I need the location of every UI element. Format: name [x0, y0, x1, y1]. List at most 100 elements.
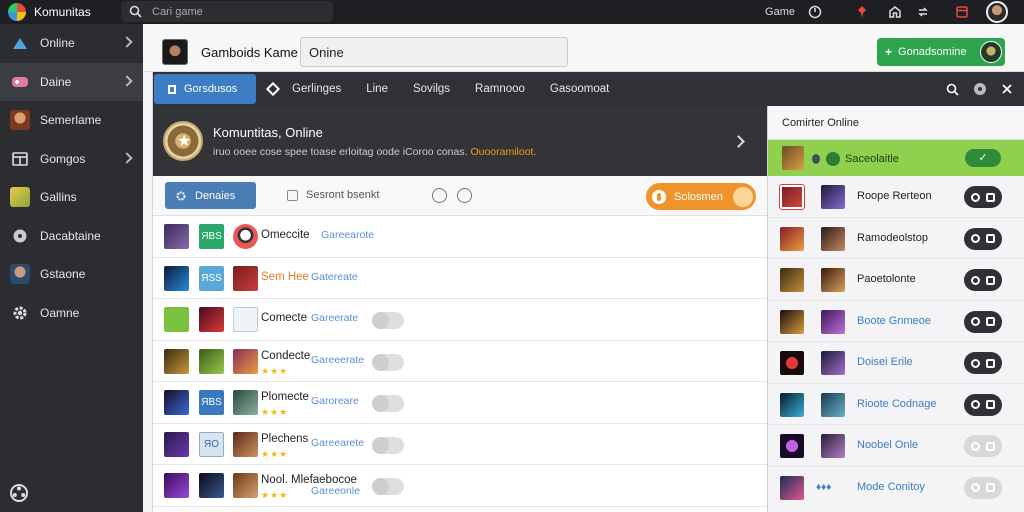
friend-row[interactable]: Paoetolonte — [768, 259, 1024, 301]
game-tag[interactable]: Gareeonle — [311, 485, 360, 497]
friend-row[interactable]: Rioote Codnage — [768, 384, 1024, 425]
app-title: Komunitas — [34, 5, 91, 19]
friend-name: Roope Rerteon — [857, 190, 932, 202]
game-tag[interactable]: Garoreare — [311, 395, 359, 407]
game-thumb — [164, 265, 189, 291]
game-thumb — [164, 307, 189, 332]
tab-3[interactable]: Sovilgs — [413, 83, 450, 95]
friend-action-toggle[interactable] — [964, 476, 1002, 499]
diamond-icon[interactable] — [265, 81, 281, 97]
gamepad-icon — [9, 71, 31, 93]
brand[interactable]: Komunitas — [0, 0, 120, 24]
toggle-switch[interactable] — [372, 478, 404, 495]
sidebar-item-semerlame[interactable]: Semerlame — [0, 101, 143, 140]
sync-icon[interactable] — [912, 1, 934, 23]
arrow-icon — [9, 32, 31, 54]
games-list: ЯВS Omeccite Gareearote ЯSS Sem Hee Gate… — [153, 216, 767, 507]
game-tag[interactable]: Gatereate — [311, 271, 358, 283]
tab-1[interactable]: Gerlinges — [292, 83, 341, 95]
game-tag[interactable]: Gareeerate — [311, 354, 364, 366]
search-input[interactable] — [152, 5, 322, 18]
toggle-switch[interactable] — [372, 395, 404, 412]
table-row[interactable]: Nool. Mlefaebocoe ★★★ Gareeonle — [153, 465, 767, 507]
friend-action-toggle[interactable] — [964, 435, 1002, 457]
featured-banner[interactable]: Komuntitas, Online iruo ooee cose spee t… — [153, 106, 767, 176]
friend-row[interactable]: Ramodeolstop — [768, 218, 1024, 259]
filter-checkbox[interactable]: Sesront bsenkt — [287, 189, 379, 201]
power-icon[interactable] — [804, 1, 826, 23]
tab-4[interactable]: Ramnooo — [475, 83, 525, 95]
gear-icon — [176, 191, 186, 200]
tab-5[interactable]: Gasoomoat — [550, 83, 609, 95]
table-row[interactable]: ЯO Plechens ★★★ Gareearete — [153, 424, 767, 465]
user-avatar[interactable] — [986, 1, 1008, 23]
toggle-switch[interactable] — [372, 353, 404, 371]
solo-button-label: Solosmen — [674, 190, 723, 203]
friend-row[interactable]: Boote Gnmeoe — [768, 301, 1024, 342]
tab-active[interactable]: Gorsdusos — [154, 74, 256, 104]
window-icon[interactable] — [951, 1, 973, 23]
close-icon[interactable] — [1001, 83, 1013, 95]
friend-action-toggle[interactable] — [964, 310, 1002, 333]
sidebar-item-daine[interactable]: Daine — [0, 62, 143, 101]
friend-action-toggle[interactable] — [964, 352, 1002, 374]
search-box[interactable] — [121, 1, 333, 22]
solo-button[interactable]: Solosmen — [646, 183, 756, 210]
home-icon[interactable] — [884, 1, 906, 23]
gear-icon — [9, 302, 31, 324]
chevron-right-icon — [121, 36, 133, 48]
sidebar-item-online[interactable]: Online — [0, 24, 143, 63]
table-row[interactable]: ЯSS Sem Hee Gatereate — [153, 258, 767, 299]
active-friend-row[interactable]: Saceolaitle ✓ — [768, 140, 1024, 176]
game-name: Sem Hee — [261, 270, 309, 283]
sidebar-item-gstaone[interactable]: Gstaone — [0, 255, 143, 294]
chevron-right-icon[interactable] — [732, 135, 745, 148]
settings-dot-icon[interactable] — [973, 82, 987, 96]
sidebar-item-label: Daine — [40, 74, 72, 89]
sidebar-item-oamne[interactable]: Oamne — [0, 294, 143, 333]
emoji-icon[interactable] — [457, 188, 472, 203]
sidebar-item-gomgos[interactable]: Gomgos — [0, 140, 143, 179]
check-icon[interactable]: ✓ — [965, 149, 1001, 167]
table-row[interactable]: ЯВS Omeccite Gareearote — [153, 216, 767, 258]
friend-avatar — [821, 185, 845, 209]
friend-name: Ramodeolstop — [857, 231, 928, 244]
rating-stars: ★★★ — [261, 490, 289, 500]
settings-wheel-icon[interactable] — [9, 483, 29, 506]
friend-action-toggle[interactable] — [964, 393, 1002, 416]
friend-row[interactable]: Roope Rerteon — [768, 176, 1024, 218]
friend-action-toggle[interactable] — [964, 227, 1002, 250]
friend-avatar — [821, 309, 845, 334]
friend-name: Paoetolonte — [857, 273, 916, 285]
friend-row[interactable]: Noobel Onle — [768, 425, 1024, 467]
pin-icon[interactable] — [851, 1, 873, 23]
friend-row[interactable]: ♦♦♦ Mode Conitoy — [768, 467, 1024, 509]
game-tag[interactable]: Gareearote — [321, 229, 374, 241]
community-avatar[interactable] — [162, 39, 188, 65]
game-thumb — [164, 431, 189, 457]
sidebar-item-dacabtaine[interactable]: Dacabtaine — [0, 217, 143, 256]
table-row[interactable]: ЯBS Plomecte ★★★ Garoreare — [153, 382, 767, 424]
table-row[interactable]: Condecte ★★★ Gareeerate — [153, 341, 767, 382]
page-title: Gamboids Kame — [201, 45, 298, 60]
friend-row[interactable]: Doisei Erile — [768, 342, 1024, 384]
search-icon[interactable] — [946, 83, 959, 96]
friend-game-thumb — [780, 309, 804, 334]
status-input[interactable] — [300, 37, 568, 67]
sidebar-item-gallins[interactable]: Gallins — [0, 178, 143, 217]
game-tag[interactable]: Gareerate — [311, 312, 358, 324]
go-online-button[interactable]: + Gonadsomine — [877, 38, 1005, 66]
rating-stars: ★★★ — [261, 407, 289, 417]
toggle-switch[interactable] — [372, 436, 404, 454]
table-row[interactable]: Comecte Gareerate — [153, 299, 767, 341]
top-bar: Komunitas Game — [0, 0, 1024, 24]
chat-icon[interactable] — [432, 188, 447, 203]
friend-action-toggle[interactable] — [964, 186, 1002, 208]
featured-text: Komuntitas, Online iruo ooee cose spee t… — [213, 125, 536, 158]
toggle-switch[interactable] — [372, 312, 404, 329]
tab-2[interactable]: Line — [366, 83, 388, 95]
filter-button[interactable]: Denaies — [165, 182, 256, 209]
user-thumb — [9, 109, 31, 131]
friend-action-toggle[interactable] — [964, 269, 1002, 291]
game-tag[interactable]: Gareearete — [311, 437, 364, 449]
